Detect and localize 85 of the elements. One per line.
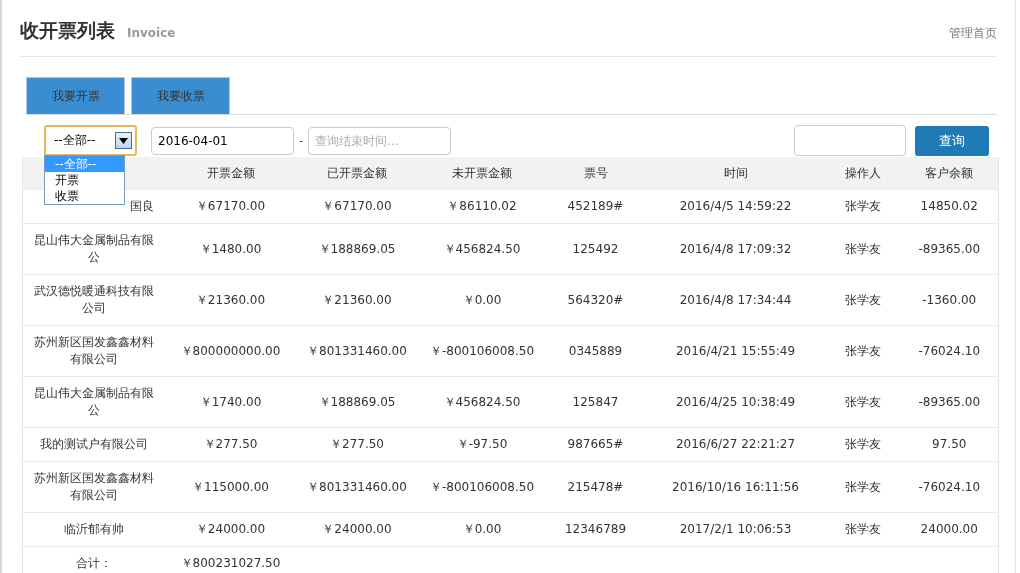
- table-cell: 张学友: [825, 274, 901, 326]
- table-cell: ￥0.00: [418, 512, 546, 547]
- table-cell: 2016/4/21 15:55:49: [645, 325, 826, 377]
- column-header: 票号: [545, 157, 646, 190]
- table-cell: ￥188869.05: [295, 376, 419, 428]
- dropdown-option[interactable]: 收票: [45, 188, 124, 204]
- table-cell: 2016/4/8 17:34:44: [645, 274, 826, 326]
- table-cell: ￥86110.02: [418, 189, 546, 224]
- table-cell: ￥1480.00: [165, 223, 296, 275]
- table-cell: 我的测试户有限公司: [22, 427, 166, 462]
- column-header: 操作人: [825, 157, 901, 190]
- table-cell: ￥801331460.00: [295, 461, 419, 513]
- total-label: 合计：: [22, 546, 166, 573]
- table-cell: 张学友: [825, 189, 901, 224]
- table-cell: ￥277.50: [165, 427, 296, 462]
- keyword-field[interactable]: [794, 125, 906, 156]
- table-cell: ￥67170.00: [165, 189, 296, 224]
- table-cell: 2016/4/25 10:38:49: [645, 376, 826, 428]
- table-cell: 125492: [545, 223, 646, 275]
- table-cell: 张学友: [825, 325, 901, 377]
- table-cell: ￥24000.00: [165, 512, 296, 547]
- table-cell: ￥67170.00: [295, 189, 419, 224]
- home-link[interactable]: 管理首页: [949, 25, 997, 42]
- table-cell: ￥277.50: [295, 427, 419, 462]
- table-cell: ￥456824.50: [418, 223, 546, 275]
- table-cell: 2016/6/27 22:21:27: [645, 427, 826, 462]
- table-cell: 24000.00: [900, 512, 999, 547]
- dropdown-option[interactable]: --全部--: [45, 156, 124, 172]
- column-header: 已开票金额: [295, 157, 419, 190]
- table-cell: ￥21360.00: [165, 274, 296, 326]
- column-header: 时间: [645, 157, 826, 190]
- table-cell: 2016/10/16 16:11:56: [645, 461, 826, 513]
- table-cell: 张学友: [825, 376, 901, 428]
- table-cell: 2017/2/1 10:06:53: [645, 512, 826, 547]
- table-cell: 昆山伟大金属制品有限公: [22, 223, 166, 275]
- table-cell: 昆山伟大金属制品有限公: [22, 376, 166, 428]
- table-cell: ￥456824.50: [418, 376, 546, 428]
- table-cell: ￥-97.50: [418, 427, 546, 462]
- table-cell: ￥21360.00: [295, 274, 419, 326]
- table-cell: -1360.00: [900, 274, 999, 326]
- table-cell: 2016/4/5 14:59:22: [645, 189, 826, 224]
- table-cell: ￥-800106008.50: [418, 461, 546, 513]
- table-cell: 125847: [545, 376, 646, 428]
- table-cell: 2016/4/8 17:09:32: [645, 223, 826, 275]
- table-cell: ￥24000.00: [295, 512, 419, 547]
- table-cell: 苏州新区国发鑫鑫材料有限公司: [22, 461, 166, 513]
- table-cell: ￥801331460.00: [295, 325, 419, 377]
- table-cell: 215478#: [545, 461, 646, 513]
- table-cell: ￥-800106008.50: [418, 325, 546, 377]
- dropdown-option[interactable]: 开票: [45, 172, 124, 188]
- date-separator: -: [299, 133, 304, 148]
- table-cell: 14850.02: [900, 189, 999, 224]
- table-cell: 张学友: [825, 461, 901, 513]
- table-cell: 97.50: [900, 427, 999, 462]
- tab[interactable]: 我要收票: [131, 77, 230, 114]
- tab[interactable]: 我要开票: [26, 77, 125, 114]
- table-cell: 张学友: [825, 223, 901, 275]
- table-cell: 苏州新区国发鑫鑫材料有限公司: [22, 325, 166, 377]
- table-cell: 564320#: [545, 274, 646, 326]
- table-cell: ￥0.00: [418, 274, 546, 326]
- table-cell: -76024.10: [900, 325, 999, 377]
- search-button[interactable]: 查询: [915, 125, 989, 156]
- table-cell: 0345889: [545, 325, 646, 377]
- total-amount: ￥800231027.50: [165, 546, 296, 573]
- table-cell: ￥188869.05: [295, 223, 419, 275]
- column-header: 未开票金额: [418, 157, 546, 190]
- table-cell: 12346789: [545, 512, 646, 547]
- table-cell: ￥1740.00: [165, 376, 296, 428]
- table-cell: 武汉德悦暖通科技有限公司: [22, 274, 166, 326]
- table-cell: 987665#: [545, 427, 646, 462]
- column-header: 客户余额: [900, 157, 999, 190]
- table-cell: ￥800000000.00: [165, 325, 296, 377]
- column-header: 开票金额: [165, 157, 296, 190]
- table-cell: -76024.10: [900, 461, 999, 513]
- table-cell: 临沂郁有帅: [22, 512, 166, 547]
- page-subtitle: Invoice: [127, 26, 177, 40]
- table-cell: 张学友: [825, 512, 901, 547]
- table-cell: ￥115000.00: [165, 461, 296, 513]
- end-date-field[interactable]: 查询结束时间...: [308, 126, 452, 155]
- start-date-field[interactable]: 2016-04-01: [151, 126, 294, 155]
- table-cell: 张学友: [825, 427, 901, 462]
- table-cell: -89365.00: [900, 376, 999, 428]
- table-cell: 452189#: [545, 189, 646, 224]
- page-title: 收开票列表: [20, 18, 115, 43]
- table-cell: -89365.00: [900, 223, 999, 275]
